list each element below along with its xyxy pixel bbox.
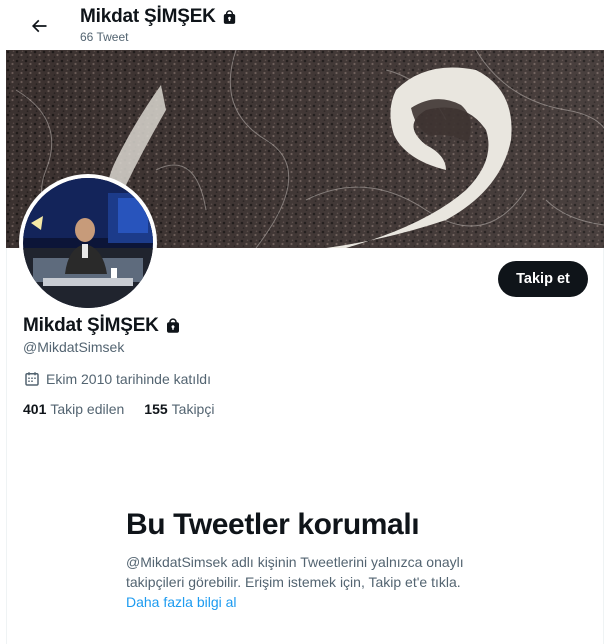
profile-header-bar: Mikdat ŞİMŞEK 66 Tweet — [6, 0, 604, 50]
following-label: Takip edilen — [50, 401, 125, 417]
header-title: Mikdat ŞİMŞEK — [80, 6, 238, 28]
follow-button[interactable]: Takip et — [498, 261, 588, 297]
joined-date-text: Ekim 2010 tarihinde katıldı — [46, 371, 211, 387]
following-link[interactable]: 401 Takip edilen — [23, 401, 124, 417]
following-count: 401 — [23, 401, 47, 417]
lock-icon — [166, 318, 179, 333]
profile-display-name: Mikdat ŞİMŞEK — [23, 315, 159, 336]
profile-name: Mikdat ŞİMŞEK — [23, 315, 182, 337]
calendar-icon — [25, 372, 39, 386]
profile-joined: Ekim 2010 tarihinde katıldı — [23, 370, 211, 388]
learn-more-link[interactable]: Daha fazla bilgi al — [126, 594, 237, 610]
header-name: Mikdat ŞİMŞEK — [80, 6, 216, 27]
followers-label: Takipçi — [171, 401, 215, 417]
profile-avatar[interactable] — [19, 174, 157, 312]
protected-title: Bu Tweetler korumalı — [126, 508, 420, 541]
profile-stats: 401 Takip edilen 155 Takipçi — [23, 401, 214, 417]
back-arrow-icon — [31, 19, 47, 33]
back-button[interactable] — [22, 9, 56, 43]
header-tweet-count: 66 Tweet — [80, 30, 129, 44]
profile-handle: @MikdatSimsek — [23, 339, 125, 355]
followers-count: 155 — [144, 401, 168, 417]
lock-icon — [223, 9, 235, 24]
protected-body-text: @MikdatSimsek adlı kişinin Tweetlerini y… — [126, 554, 464, 590]
protected-body: @MikdatSimsek adlı kişinin Tweetlerini y… — [126, 552, 496, 612]
followers-link[interactable]: 155 Takipçi — [144, 401, 214, 417]
avatar-image — [23, 178, 153, 308]
